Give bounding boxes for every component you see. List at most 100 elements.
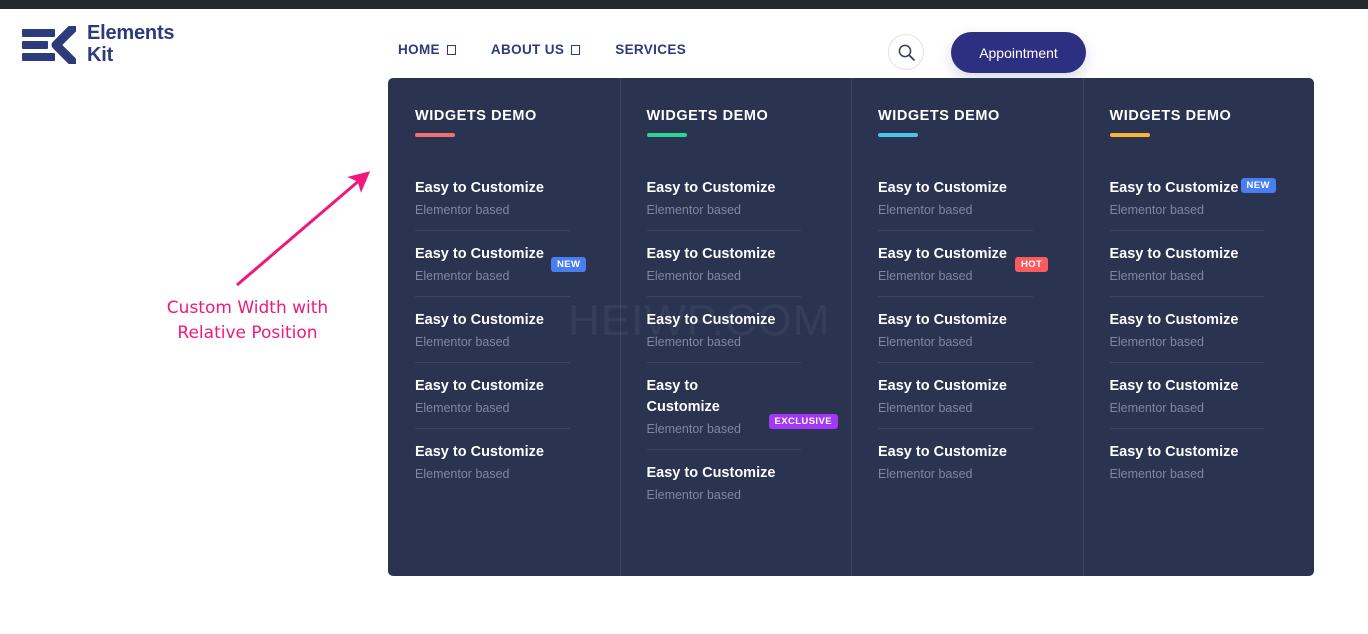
list-item-subtitle: Elementor based [878,400,973,415]
logo-wordmark: Elements Kit [87,22,175,66]
column-accent-underline [878,133,918,137]
list-item[interactable]: Easy to Customize Elementor based NEW [1109,165,1287,231]
list-item-title: Easy to Customize [878,179,1007,196]
column-title: WIDGETS DEMO [646,108,769,124]
list-item-title: Easy to Customize [878,377,1007,394]
search-icon [898,44,915,61]
mega-menu-column-4: WIDGETS DEMO Easy to Customize Elementor… [1082,78,1315,576]
list-item[interactable]: Easy to Customize Elementor based [646,165,824,231]
list-item-title: Easy to Customize [415,311,544,328]
list-item[interactable]: Easy to Customize Elementor based [878,297,1055,363]
list-item-subtitle: Elementor based [1109,268,1205,283]
column-title: WIDGETS DEMO [878,108,1000,124]
list-item[interactable]: Easy to Customize Elementor based [415,363,592,429]
nav-item-home[interactable]: HOME [398,42,456,57]
site-logo[interactable]: Elements Kit [22,22,175,66]
status-badge: EXCLUSIVE [768,413,838,430]
nav-item-about-us[interactable]: ABOUT US [490,42,581,57]
list-item-title: Easy to Customize [415,179,544,196]
list-item[interactable]: Easy to Customize Elementor based [646,231,824,297]
list-item-title: Easy to Customize [1109,311,1239,328]
column-accent-underline [415,133,455,137]
column-item-list: Easy to Customize Elementor based Easy t… [415,165,592,494]
list-item-title: Easy to Customize [878,443,1007,460]
list-item-subtitle: Elementor based [1109,466,1205,481]
list-item-title: Easy to Customize [1109,377,1239,394]
list-item-title: Easy to Customize [1109,245,1239,262]
list-item-title: Easy to Customize [646,464,776,481]
column-item-list: Easy to Customize Elementor based NEW Ea… [1109,165,1287,494]
list-item-subtitle: Elementor based [1109,202,1205,217]
annotation-arrow [236,171,371,287]
annotation-label: Custom Width with Relative Position [166,298,329,343]
chevron-down-icon [571,44,581,55]
mega-menu-column-3: WIDGETS DEMO Easy to Customize Elementor… [851,78,1083,576]
site-header: Elements Kit HOME ABOUT US SERVICES Appo… [0,9,1368,78]
list-item-subtitle: Elementor based [1109,334,1205,349]
logo-line-2: Kit [87,43,114,66]
list-item[interactable]: Easy to Customize Elementor based EXCLUS… [646,363,838,450]
list-item[interactable]: Easy to Customize Elementor based HOT [878,231,1055,297]
status-badge: NEW [1240,177,1276,193]
list-item-title: Easy to Customize [646,179,776,196]
list-item-title: Easy to Customize [646,311,776,328]
list-item-title: Easy to Customize [415,377,544,394]
list-item-title: Easy to Customize [646,245,776,262]
chevron-left-icon [51,25,76,64]
list-item[interactable]: Easy to Customize Elementor based [1109,363,1287,429]
list-item[interactable]: Easy to Customize Elementor based [878,363,1055,429]
column-accent-underline [1109,133,1150,137]
nav-item-services[interactable]: SERVICES [615,42,686,57]
column-title: WIDGETS DEMO [1109,108,1232,124]
logo-line-1: Elements [87,22,175,44]
browser-top-strip [0,0,1368,9]
list-item[interactable]: Easy to Customize Elementor based [878,165,1055,231]
mega-menu-panel: WIDGETS DEMO Easy to Customize Elementor… [388,78,1314,576]
list-item[interactable]: Easy to Customize Elementor based [646,297,824,363]
appointment-button[interactable]: Appointment [951,32,1086,73]
list-item-subtitle: Elementor based [646,487,742,502]
list-item[interactable]: Easy to Customize Elementor based [1110,429,1287,494]
list-item[interactable]: Easy to Customize Elementor based [415,165,592,231]
list-item-subtitle: Elementor based [646,334,742,349]
list-item-subtitle: Elementor based [415,334,510,349]
list-item-subtitle: Elementor based [415,202,510,217]
list-item[interactable]: Easy to Customize Elementor based [415,297,592,363]
list-item-subtitle: Elementor based [878,334,973,349]
list-item[interactable]: Easy to Customize Elementor based [1109,297,1287,363]
list-item[interactable]: Easy to Customize Elementor based [878,429,1055,494]
list-item-title: Easy to Customize [415,245,544,262]
appointment-button-label: Appointment [979,44,1058,61]
page-root: Elements Kit HOME ABOUT US SERVICES Appo… [0,0,1368,634]
mega-menu-column-2: WIDGETS DEMO Easy to Customize Elementor… [619,78,852,576]
nav-item-about-us-label: ABOUT US [490,42,565,57]
elementskit-logo-icon [22,25,78,64]
main-nav: HOME ABOUT US SERVICES [398,42,686,57]
search-button[interactable] [888,34,924,70]
list-item[interactable]: Easy to Customize Elementor based NEW [415,231,592,297]
list-item-title: Easy to Customize [415,443,544,460]
status-badge: HOT [1015,256,1049,273]
list-item-subtitle: Elementor based [415,400,510,415]
nav-item-home-label: HOME [398,42,440,57]
column-title: WIDGETS DEMO [415,108,537,124]
list-item-subtitle: Elementor based [1109,400,1205,415]
list-item[interactable]: Easy to Customize Elementor based [1109,231,1287,297]
nav-item-services-label: SERVICES [615,42,687,57]
list-item-subtitle: Elementor based [415,466,510,481]
chevron-down-icon [446,44,456,55]
column-item-list: Easy to Customize Elementor based Easy t… [878,165,1055,494]
list-item-title: Easy to Customize [878,311,1007,328]
status-badge: NEW [551,256,587,273]
list-item-title: Easy to Customize [646,377,720,415]
list-item-title: Easy to Customize [1109,443,1239,460]
list-item[interactable]: Easy to Customize Elementor based [415,429,592,494]
list-item-subtitle: Elementor based [878,466,973,481]
column-accent-underline [646,133,687,137]
mega-menu-column-1: WIDGETS DEMO Easy to Customize Elementor… [388,78,620,576]
list-item-subtitle: Elementor based [878,202,973,217]
list-item-subtitle: Elementor based [646,268,742,283]
list-item-subtitle: Elementor based [646,202,742,217]
column-item-list: Easy to Customize Elementor based Easy t… [646,165,838,515]
list-item[interactable]: Easy to Customize Elementor based [647,450,824,515]
